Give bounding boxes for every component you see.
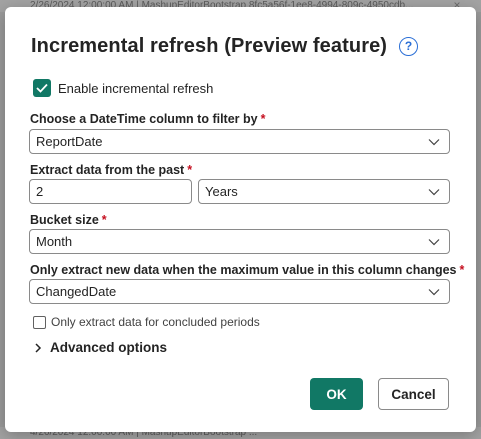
help-icon[interactable]: ? (399, 36, 419, 56)
extract-past-amount-value: 2 (36, 184, 44, 199)
datetime-column-select[interactable]: ReportDate (29, 129, 450, 154)
enable-incremental-refresh-label: Enable incremental refresh (58, 80, 214, 96)
extract-past-amount-input[interactable]: 2 (29, 179, 192, 204)
extract-past-unit-select[interactable]: Years (198, 179, 450, 204)
checkmark-icon[interactable] (33, 79, 51, 97)
concluded-periods-checkbox[interactable]: Only extract data for concluded periods (33, 315, 260, 329)
chevron-down-icon (428, 139, 440, 146)
change-column-label-text: Only extract new data when the maximum v… (30, 263, 457, 277)
bucket-size-value: Month (36, 234, 73, 249)
checkbox-box[interactable] (33, 315, 46, 329)
datetime-column-label-text: Choose a DateTime column to filter by (30, 112, 258, 126)
required-marker: * (187, 163, 193, 177)
required-marker: * (459, 263, 465, 277)
cancel-button[interactable]: Cancel (378, 378, 449, 410)
dialog-title: Incremental refresh (Preview feature) (31, 34, 388, 57)
change-column-label: Only extract new data when the maximum v… (30, 263, 464, 277)
datetime-column-value: ReportDate (36, 134, 103, 149)
concluded-periods-label: Only extract data for concluded periods (51, 315, 260, 329)
advanced-options-toggle[interactable]: Advanced options (33, 340, 167, 355)
chevron-right-icon (35, 342, 42, 353)
extract-past-label-text: Extract data from the past (30, 163, 185, 177)
extract-past-label: Extract data from the past * (30, 163, 192, 177)
dialog-header: Incremental refresh (Preview feature) ? (31, 31, 419, 61)
chevron-down-icon (428, 289, 440, 296)
bucket-size-label: Bucket size * (30, 213, 107, 227)
required-marker: * (101, 213, 107, 227)
change-column-value: ChangedDate (36, 284, 117, 299)
chevron-down-icon (428, 189, 440, 196)
datetime-column-label: Choose a DateTime column to filter by * (30, 112, 265, 126)
enable-incremental-refresh-checkbox[interactable]: Enable incremental refresh (33, 79, 213, 97)
bucket-size-select[interactable]: Month (29, 229, 450, 254)
change-column-select[interactable]: ChangedDate (29, 279, 450, 304)
ok-button[interactable]: OK (310, 378, 363, 410)
incremental-refresh-dialog: Incremental refresh (Preview feature) ? … (5, 7, 476, 432)
bucket-size-label-text: Bucket size (30, 213, 99, 227)
extract-past-unit-value: Years (205, 184, 238, 199)
advanced-options-label: Advanced options (50, 340, 168, 355)
required-marker: * (260, 112, 266, 126)
chevron-down-icon (428, 239, 440, 246)
